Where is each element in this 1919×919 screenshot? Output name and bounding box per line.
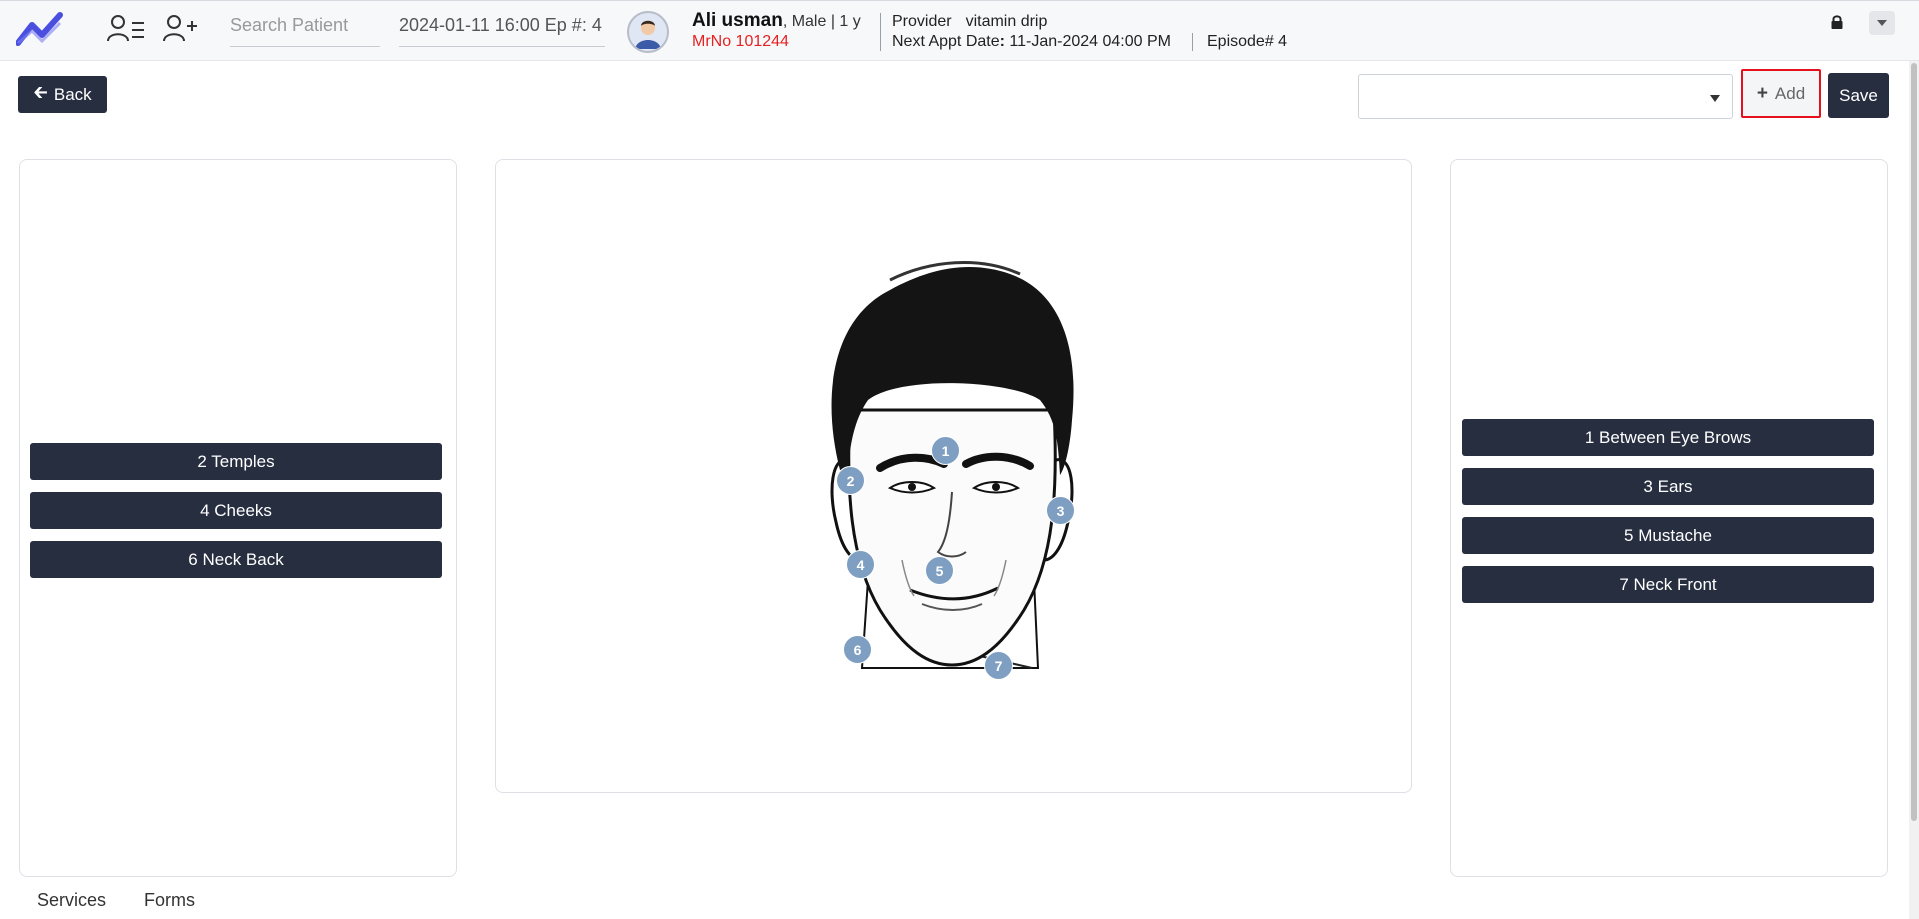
zone-marker-5[interactable]: 5 (925, 556, 954, 585)
chevron-down-icon[interactable] (1869, 11, 1895, 35)
tab-services[interactable]: Services (37, 890, 106, 911)
next-appt-sep: : (999, 33, 1005, 50)
divider (880, 13, 881, 51)
avatar-icon (635, 20, 661, 49)
page-scrollbar[interactable] (1909, 61, 1919, 919)
add-label: Add (1774, 83, 1806, 103)
zone-select[interactable] (1358, 74, 1733, 119)
patient-name-line: Ali usman, Male | 1 y (692, 10, 861, 32)
zone-button-ears[interactable]: 3 Ears (1462, 468, 1874, 505)
analytics-logo-icon[interactable] (16, 11, 64, 47)
episode-select[interactable]: 2024-01-11 16:00 Ep #: 4 (399, 11, 605, 47)
save-label: Save (1839, 85, 1878, 105)
scrollbar-thumb[interactable] (1911, 63, 1917, 821)
avatar (627, 11, 669, 53)
save-button[interactable]: Save (1828, 73, 1889, 118)
zone-marker-6[interactable]: 6 (843, 635, 872, 664)
provider-label: Provider (892, 13, 952, 30)
mrno: MrNo 101244 (692, 33, 789, 50)
tab-forms[interactable]: Forms (144, 890, 195, 911)
top-header: Search Patient 2024-01-11 16:00 Ep #: 4 … (0, 0, 1919, 61)
divider (1192, 33, 1193, 51)
patient-meta: , Male | 1 y (782, 13, 861, 30)
zone-marker-3[interactable]: 3 (1046, 496, 1075, 525)
next-appt-label: Next Appt Date (892, 33, 1000, 50)
add-patient-icon[interactable] (162, 13, 202, 45)
zone-button-between-eye-brows[interactable]: 1 Between Eye Brows (1462, 419, 1874, 456)
episode-number: Episode# 4 (1207, 33, 1288, 50)
back-button[interactable]: 🡰 Back (18, 76, 107, 113)
back-label: Back (53, 84, 92, 104)
plus-icon: + (1756, 82, 1768, 104)
provider-line: Provider vitamin drip (892, 13, 1047, 31)
next-appt-value: 11-Jan-2024 04:00 PM (1009, 33, 1171, 50)
lock-icon[interactable] (1830, 14, 1844, 30)
zone-marker-4[interactable]: 4 (846, 550, 875, 579)
provider-value: vitamin drip (965, 13, 1048, 30)
arrow-left-icon: 🡰 (33, 81, 48, 102)
zone-button-neck-front[interactable]: 7 Neck Front (1462, 566, 1874, 603)
zone-marker-1[interactable]: 1 (931, 436, 960, 465)
search-patient-input[interactable]: Search Patient (230, 11, 380, 47)
patient-list-icon[interactable] (106, 13, 146, 45)
patient-name: Ali usman (692, 10, 783, 31)
zone-button-temples[interactable]: 2 Temples (30, 443, 442, 480)
next-appt-line: Next Appt Date: 11-Jan-2024 04:00 PM (892, 33, 1171, 51)
zone-button-mustache[interactable]: 5 Mustache (1462, 517, 1874, 554)
zone-button-cheeks[interactable]: 4 Cheeks (30, 492, 442, 529)
zone-marker-7[interactable]: 7 (984, 651, 1013, 680)
add-button[interactable]: + Add (1741, 69, 1821, 118)
zone-marker-2[interactable]: 2 (836, 466, 865, 495)
zone-button-neck-back[interactable]: 6 Neck Back (30, 541, 442, 578)
